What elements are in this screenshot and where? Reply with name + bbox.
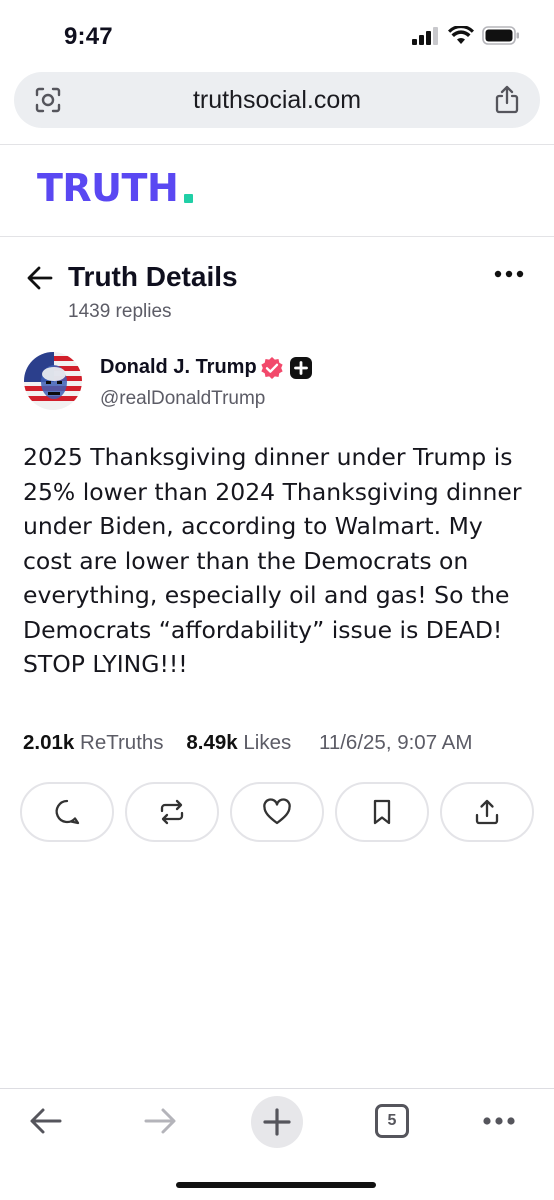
author-handle[interactable]: @realDonaldTrump [100, 388, 265, 410]
forward-icon[interactable] [142, 1106, 178, 1136]
avatar[interactable] [24, 352, 82, 410]
wifi-icon [448, 26, 474, 44]
share-icon [475, 799, 499, 825]
tab-count: 5 [387, 1112, 397, 1129]
replies-count: 1439 replies [68, 301, 172, 322]
tabs-button[interactable]: 5 [375, 1104, 409, 1138]
back-arrow-icon[interactable] [26, 265, 54, 291]
more-icon[interactable] [482, 1116, 516, 1126]
address-bar[interactable]: truthsocial.com [14, 72, 540, 128]
retruths-label[interactable]: ReTruths [80, 731, 164, 754]
new-tab-button[interactable] [251, 1096, 303, 1148]
back-icon[interactable] [28, 1106, 64, 1136]
divider [0, 236, 554, 237]
retruths-count[interactable]: 2.01k [23, 731, 74, 754]
battery-icon [482, 26, 519, 45]
status-time: 9:47 [64, 23, 113, 50]
truth-plus-badge-icon [290, 357, 312, 379]
verified-badge-icon [261, 357, 283, 379]
divider [0, 144, 554, 145]
retruth-button[interactable] [125, 782, 219, 842]
new-tab-icon [263, 1108, 291, 1136]
page-title: Truth Details [68, 261, 238, 292]
bookmark-icon [373, 799, 391, 825]
cellular-signal-icon [412, 26, 438, 45]
share-page-icon[interactable] [494, 84, 520, 114]
comment-button[interactable] [20, 782, 114, 842]
logo-dot [184, 194, 193, 203]
toolbar-divider [0, 1088, 554, 1089]
home-indicator [176, 1182, 376, 1188]
author-name[interactable]: Donald J. Trump [100, 356, 257, 379]
url-text[interactable]: truthsocial.com [14, 86, 540, 115]
likes-label[interactable]: Likes [243, 731, 291, 754]
likes-count[interactable]: 8.49k [186, 731, 237, 754]
share-button[interactable] [440, 782, 534, 842]
status-icons [412, 26, 520, 45]
comment-icon [55, 799, 80, 825]
bookmark-button[interactable] [335, 782, 429, 842]
like-button[interactable] [230, 782, 324, 842]
truth-logo[interactable]: TRUTH [37, 166, 179, 210]
post-stats: 2.01k ReTruths 8.49k Likes 11/6/25, 9:07… [23, 731, 472, 755]
like-icon [263, 798, 291, 825]
post-text: 2025 Thanksgiving dinner under Trump is … [23, 443, 522, 678]
more-options-icon[interactable] [494, 270, 524, 278]
post-timestamp: 11/6/25, 9:07 AM [318, 731, 473, 754]
retruth-icon [160, 799, 184, 825]
